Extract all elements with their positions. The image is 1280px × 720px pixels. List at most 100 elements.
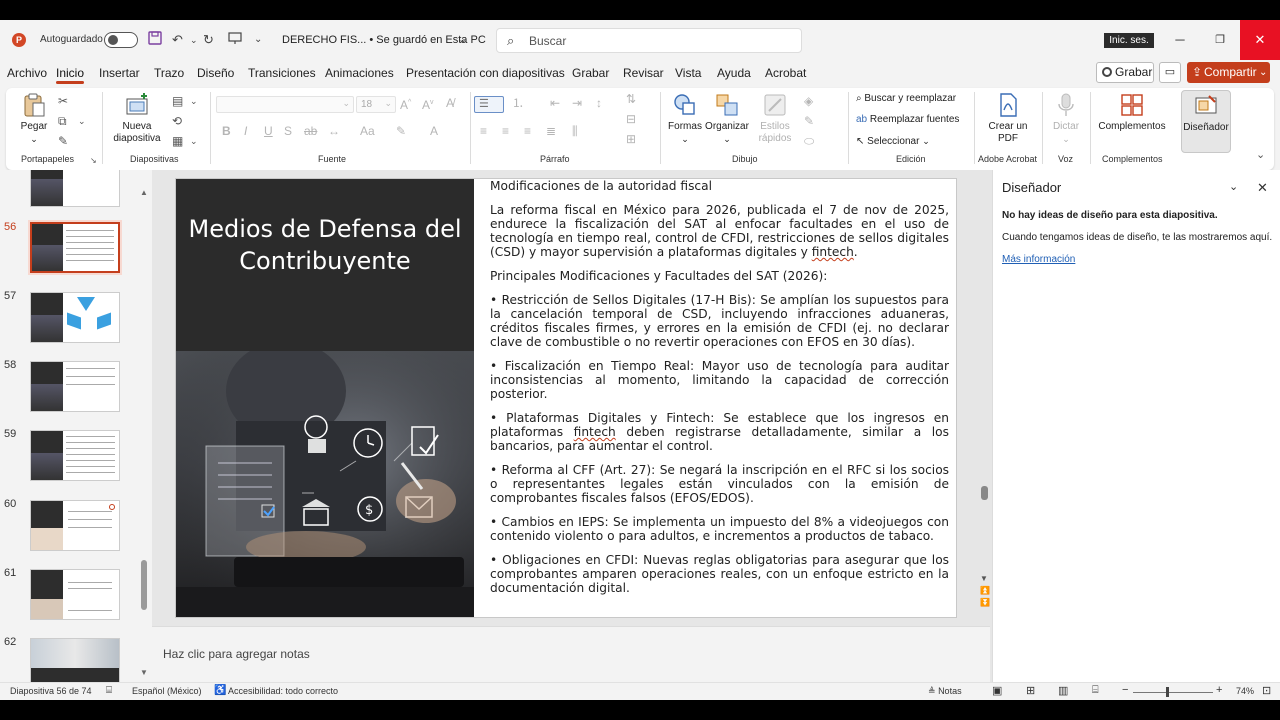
shrink-font-icon[interactable]: Av [422, 96, 434, 112]
zoom-in-icon[interactable]: + [1216, 684, 1222, 696]
next-slide-icon[interactable]: ⏬ [980, 598, 990, 607]
slide-counter[interactable]: Diapositiva 56 de 74 [10, 686, 92, 696]
tab-archivo[interactable]: Archivo [7, 66, 47, 80]
char-spacing-icon[interactable]: ↔ [328, 124, 340, 138]
customize-toolbar-icon[interactable]: ⌄ [254, 31, 262, 49]
close-icon[interactable]: ✕ [1240, 20, 1280, 60]
font-family-combo[interactable]: ⌄ [216, 96, 354, 113]
columns-icon[interactable]: ⫼ [572, 124, 578, 138]
editor-scroll-thumb[interactable] [981, 486, 988, 500]
restore-icon[interactable]: ❐ [1200, 20, 1240, 60]
tab-trazo[interactable]: Trazo [154, 66, 184, 80]
scroll-down-icon[interactable]: ▼ [980, 574, 988, 583]
text-direction-icon[interactable]: ⇅ [626, 92, 636, 106]
strikethrough-icon[interactable]: ab [304, 124, 317, 138]
designer-button[interactable]: Diseñador [1181, 90, 1231, 153]
minimize-icon[interactable]: ─ [1160, 20, 1200, 60]
decrease-indent-icon[interactable]: ⇤ [550, 96, 560, 110]
tab-inicio[interactable]: Inicio [56, 66, 85, 84]
arrange-button[interactable]: Organizar ⌄ [704, 92, 750, 145]
copy-icon[interactable]: ⧉ [58, 114, 67, 128]
more-info-link[interactable]: Más información [1002, 254, 1075, 265]
bold-icon[interactable]: B [222, 124, 231, 138]
slide-thumbnail[interactable] [30, 500, 120, 551]
smartart-icon[interactable]: ⊞ [626, 132, 636, 146]
bullets-button[interactable]: ☰ [474, 96, 504, 113]
slide-thumbnail[interactable] [30, 170, 120, 207]
align-text-icon[interactable]: ⊟ [626, 112, 636, 126]
highlight-icon[interactable]: ✎ [396, 124, 406, 138]
search-input[interactable] [529, 33, 789, 49]
dictate-button[interactable]: Dictar ⌄ [1046, 92, 1086, 145]
tab-diseno[interactable]: Diseño [197, 66, 234, 80]
tab-transiciones[interactable]: Transiciones [248, 66, 316, 80]
editor-scrollbar[interactable]: ▼ ⏫ ⏬ [980, 178, 990, 618]
shapes-button[interactable]: Formas ⌄ [666, 92, 704, 145]
slide-sorter-icon[interactable]: ⊞ [1026, 684, 1035, 697]
slide-body-text[interactable]: Modificaciones de la autoridad fiscal La… [490, 179, 949, 617]
zoom-out-icon[interactable]: − [1122, 684, 1128, 696]
layout-chevron-down-icon[interactable]: ⌄ [190, 94, 198, 108]
scroll-down-icon[interactable]: ▼ [140, 668, 148, 677]
font-size-combo[interactable]: 18 ⌄ [356, 96, 396, 113]
numbering-icon[interactable]: ⒈ [512, 96, 524, 110]
accessibility-status[interactable]: Accesibilidad: todo correcto [228, 686, 338, 696]
shape-effects-icon[interactable]: ⬭ [804, 134, 814, 148]
italic-icon[interactable]: I [244, 124, 247, 138]
tab-ayuda[interactable]: Ayuda [717, 66, 751, 80]
align-center-icon[interactable]: ≡ [502, 124, 509, 138]
shadow-icon[interactable]: S [284, 124, 292, 138]
notes-placeholder[interactable]: Haz clic para agregar notas [163, 647, 310, 661]
record-button[interactable]: Grabar [1096, 62, 1154, 83]
slide-thumbnail[interactable] [30, 361, 120, 412]
clear-format-icon[interactable]: A̸ [446, 96, 454, 110]
slideshow-icon[interactable]: ⌸ [1092, 684, 1099, 697]
quick-styles-button[interactable]: Estilos rápidos [752, 92, 798, 145]
section-icon[interactable]: ▦ [172, 134, 183, 148]
replace-fonts-button[interactable]: ab Reemplazar fuentes [856, 113, 959, 127]
notes-pane[interactable]: Haz clic para agregar notas [152, 626, 990, 682]
pane-close-icon[interactable]: ✕ [1257, 180, 1268, 196]
clipboard-launcher-icon[interactable]: ↘ [90, 154, 97, 168]
tab-animaciones[interactable]: Animaciones [325, 66, 394, 80]
create-pdf-button[interactable]: Crear un PDF [982, 92, 1034, 145]
tab-grabar[interactable]: Grabar [572, 66, 609, 80]
slide-title[interactable]: Medios de Defensa del Contribuyente [176, 213, 474, 277]
zoom-level[interactable]: 74% [1236, 686, 1254, 696]
redo-icon[interactable]: ↻ [203, 31, 214, 49]
notes-toggle[interactable]: ≜ Notas [928, 686, 962, 697]
tab-presentacion[interactable]: Presentación con diapositivas [406, 66, 565, 80]
tab-vista[interactable]: Vista [675, 66, 701, 80]
save-icon[interactable] [148, 31, 162, 50]
sign-in-button[interactable]: Inic. ses. [1104, 33, 1154, 48]
reading-view-icon[interactable]: ▥ [1058, 684, 1068, 697]
line-spacing-icon[interactable]: ↕ [596, 96, 602, 110]
comments-icon[interactable]: ▭ [1159, 62, 1181, 83]
pane-options-chevron-down-icon[interactable]: ⌄ [1229, 180, 1238, 193]
increase-indent-icon[interactable]: ⇥ [572, 96, 582, 110]
document-name[interactable]: DERECHO FIS... • Se guardó en Esta PC [282, 34, 486, 46]
doc-chevron-down-icon[interactable]: ⌄ [458, 31, 467, 49]
undo-icon[interactable]: ↶ [172, 31, 183, 49]
underline-icon[interactable]: U [264, 124, 273, 138]
reset-icon[interactable]: ⟲ [172, 114, 182, 128]
undo-dropdown-icon[interactable]: ⌄ [190, 31, 198, 49]
new-slide-button[interactable]: Nueva diapositiva [110, 92, 164, 145]
shape-fill-icon[interactable]: ◈ [804, 94, 813, 108]
copy-chevron-down-icon[interactable]: ⌄ [78, 114, 86, 128]
normal-view-icon[interactable]: ▣ [992, 684, 1002, 697]
tab-insertar[interactable]: Insertar [99, 66, 140, 80]
select-button[interactable]: ↖ Seleccionar ⌄ [856, 134, 930, 149]
cut-icon[interactable]: ✂ [58, 94, 68, 108]
layout-icon[interactable]: ▤ [172, 94, 183, 108]
slide-thumbnail[interactable] [30, 292, 120, 343]
accessibility-icon[interactable]: ♿ [214, 685, 226, 696]
section-chevron-down-icon[interactable]: ⌄ [190, 134, 198, 148]
paste-button[interactable]: Pegar ⌄ [16, 92, 52, 145]
slide-thumbnail[interactable] [30, 569, 120, 620]
slide-thumbnail-active[interactable] [28, 220, 122, 275]
share-button[interactable]: ⇪ Compartir ⌄ [1187, 62, 1270, 83]
grow-font-icon[interactable]: A^ [400, 96, 411, 112]
zoom-slider-thumb[interactable] [1166, 687, 1169, 697]
thumbnails-scroll-thumb[interactable] [141, 560, 147, 610]
